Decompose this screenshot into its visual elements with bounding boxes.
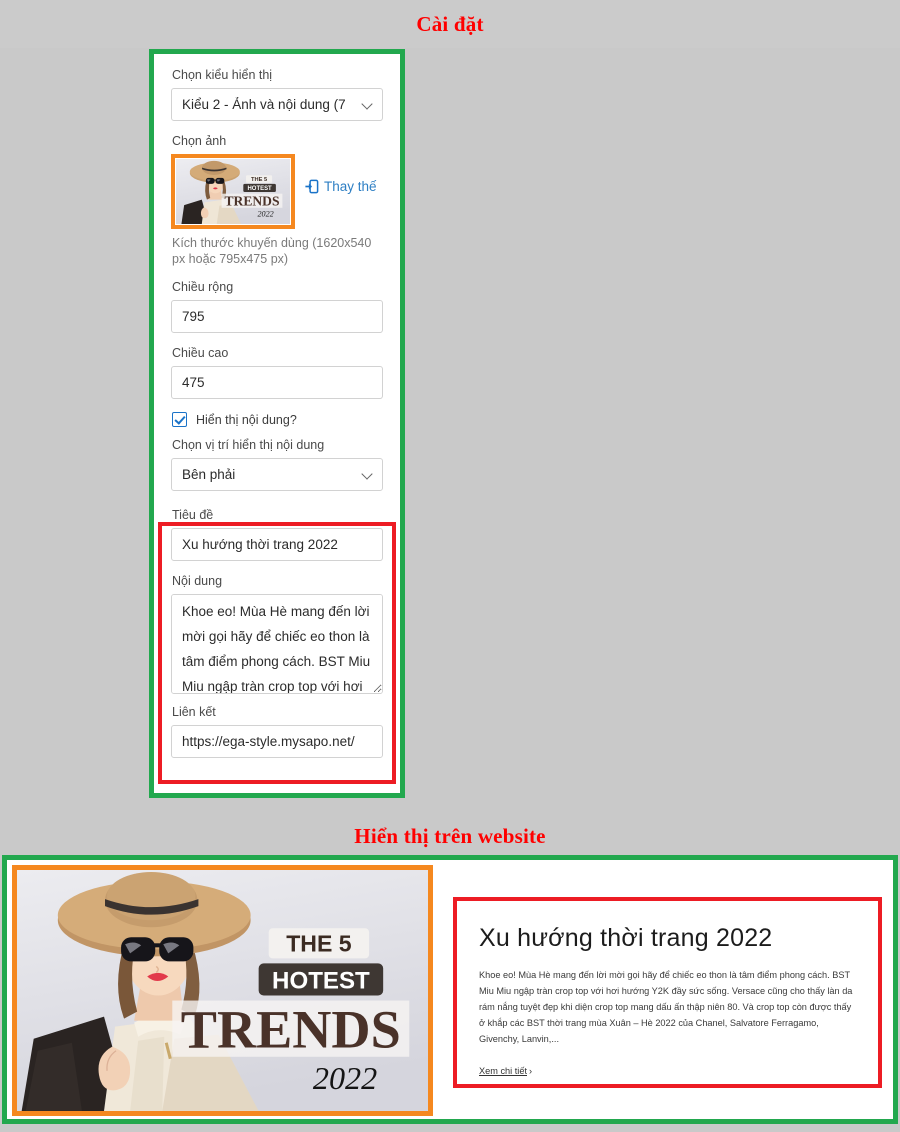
height-label: Chiều cao bbox=[172, 346, 229, 360]
svg-text:THE 5: THE 5 bbox=[251, 177, 267, 183]
svg-text:HOTEST: HOTEST bbox=[272, 967, 370, 994]
settings-region: Chọn kiểu hiển thị Chọn ảnh bbox=[0, 48, 900, 808]
svg-text:TRENDS: TRENDS bbox=[224, 194, 279, 209]
import-arrow-icon bbox=[304, 179, 319, 194]
preview-detail-link[interactable]: Xem chi tiết › bbox=[479, 1066, 532, 1076]
replace-image-label: Thay thế bbox=[324, 179, 377, 194]
website-preview-heading: Hiển thị trên website bbox=[0, 808, 900, 855]
image-thumbnail[interactable]: THE 5 HOTEST TRENDS 2022 bbox=[176, 159, 290, 224]
display-style-select-wrap[interactable] bbox=[171, 88, 383, 121]
width-input[interactable] bbox=[171, 300, 383, 333]
content-position-select[interactable] bbox=[171, 458, 383, 491]
settings-panel-green-outline: Chọn kiểu hiển thị Chọn ảnh bbox=[149, 49, 405, 798]
link-label: Liên kết bbox=[172, 705, 216, 719]
height-input[interactable] bbox=[171, 366, 383, 399]
show-content-label: Hiển thị nội dung? bbox=[196, 412, 297, 427]
show-content-checkbox-row[interactable]: Hiển thị nội dung? bbox=[172, 412, 383, 427]
image-picker-row: THE 5 HOTEST TRENDS 2022 Thay thế bbox=[171, 154, 383, 229]
content-textarea[interactable]: Khoe eo! Mùa Hè mang đến lời mời gọi hãy… bbox=[171, 594, 383, 694]
svg-text:THE 5: THE 5 bbox=[286, 930, 352, 956]
display-style-label: Chọn kiểu hiển thị bbox=[172, 68, 273, 82]
website-preview-region: THE 5 HOTEST TRENDS 2022 Xu hướng thời t… bbox=[0, 855, 900, 1132]
banner-image[interactable]: THE 5 HOTEST TRENDS 2022 bbox=[17, 870, 428, 1111]
replace-image-button[interactable]: Thay thế bbox=[304, 179, 377, 194]
svg-text:2022: 2022 bbox=[257, 209, 273, 218]
content-position-label: Chọn vị trí hiển thị nội dung bbox=[172, 438, 325, 452]
fashion-photo-thumb: THE 5 HOTEST TRENDS 2022 bbox=[176, 159, 290, 224]
image-picker-label: Chọn ảnh bbox=[172, 134, 227, 148]
show-content-checkbox[interactable] bbox=[172, 412, 187, 427]
content-position-select-wrap[interactable] bbox=[171, 458, 383, 491]
svg-text:HOTEST: HOTEST bbox=[247, 186, 272, 192]
width-label: Chiều rộng bbox=[172, 280, 234, 294]
image-thumbnail-orange-outline[interactable]: THE 5 HOTEST TRENDS 2022 bbox=[171, 154, 295, 229]
title-label: Tiêu đề bbox=[172, 508, 214, 522]
chevron-right-icon: › bbox=[529, 1066, 533, 1076]
display-style-select[interactable] bbox=[171, 88, 383, 121]
website-preview-banner: THE 5 HOTEST TRENDS 2022 Xu hướng thời t… bbox=[7, 860, 893, 1119]
website-preview-green-outline: THE 5 HOTEST TRENDS 2022 Xu hướng thời t… bbox=[2, 855, 898, 1124]
banner-image-orange-outline[interactable]: THE 5 HOTEST TRENDS 2022 bbox=[12, 865, 433, 1116]
title-input[interactable] bbox=[171, 528, 383, 561]
preview-title: Xu hướng thời trang 2022 bbox=[479, 924, 773, 952]
image-size-hint: Kích thước khuyến dùng (1620x540 px hoặc… bbox=[172, 236, 372, 266]
preview-text-red-outline: Xu hướng thời trang 2022 Khoe eo! Mùa Hè… bbox=[453, 897, 882, 1088]
link-input[interactable] bbox=[171, 725, 383, 758]
settings-panel: Chọn kiểu hiển thị Chọn ảnh bbox=[154, 54, 400, 793]
svg-text:TRENDS: TRENDS bbox=[181, 1000, 401, 1060]
preview-body: Khoe eo! Mùa Hè mang đến lời mời gọi hãy… bbox=[479, 970, 853, 1044]
content-label: Nội dung bbox=[172, 574, 223, 588]
settings-section-heading: Cài đặt bbox=[0, 0, 900, 48]
svg-text:2022: 2022 bbox=[313, 1060, 377, 1096]
preview-detail-link-label: Xem chi tiết bbox=[479, 1066, 527, 1076]
